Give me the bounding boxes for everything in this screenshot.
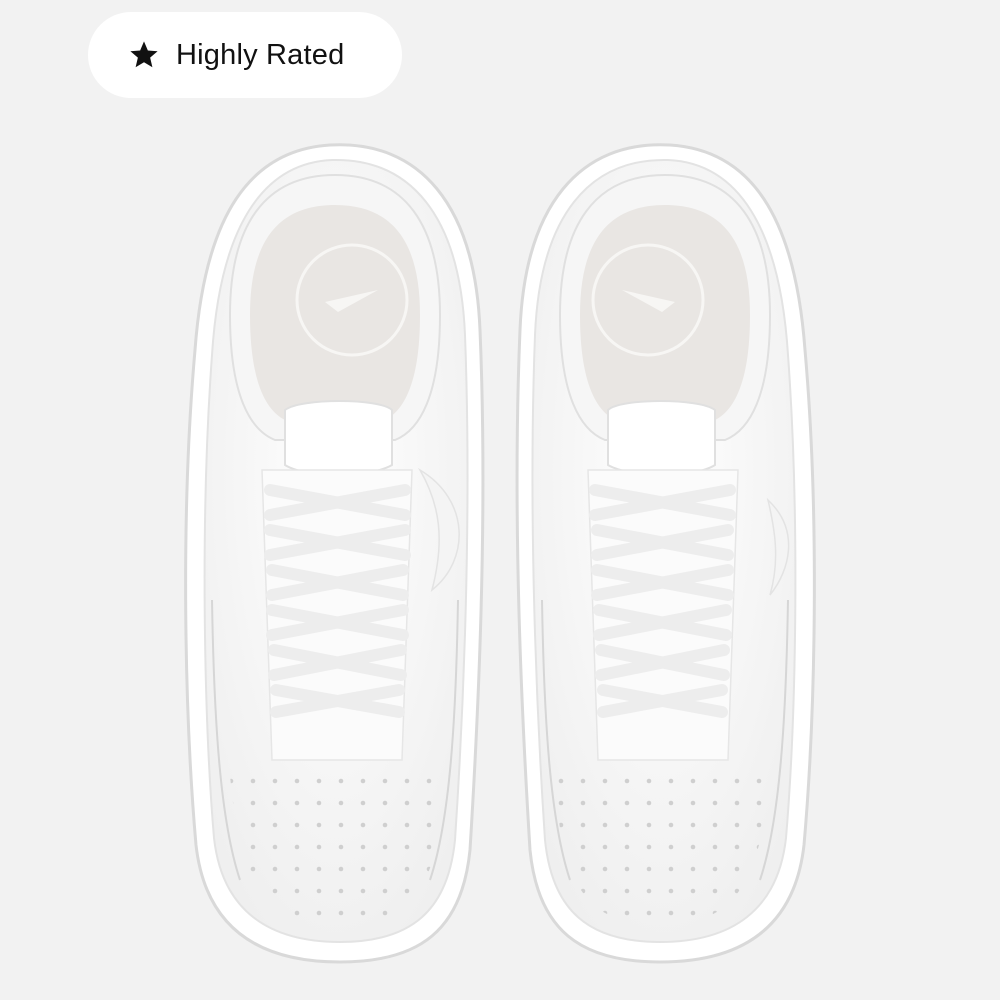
star-icon xyxy=(130,41,158,68)
highly-rated-badge: Highly Rated xyxy=(88,12,402,98)
badge-label: Highly Rated xyxy=(176,38,345,71)
product-card[interactable]: Highly Rated xyxy=(0,0,1000,1000)
right-shoe xyxy=(515,143,816,964)
left-shoe xyxy=(184,143,485,964)
sneaker-pair-image xyxy=(184,143,816,964)
